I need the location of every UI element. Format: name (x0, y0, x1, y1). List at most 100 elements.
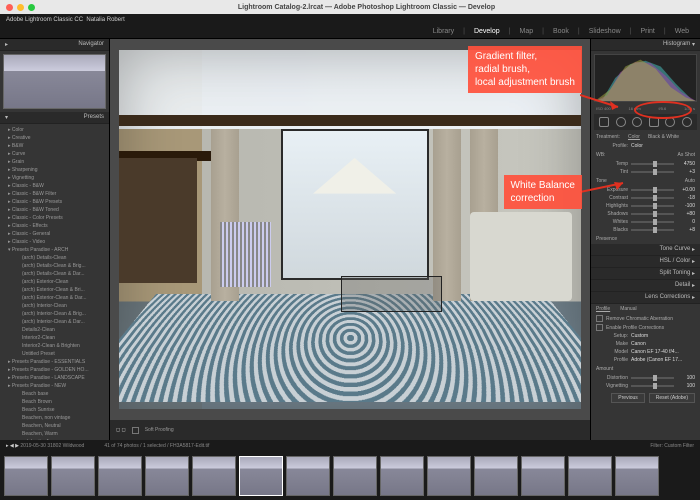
filmstrip-thumb[interactable] (51, 456, 95, 496)
module-map[interactable]: Map (516, 27, 536, 36)
soft-proof-check[interactable] (132, 427, 139, 434)
preset-folder[interactable]: ▸ Classic - General (0, 230, 109, 238)
crop-tool[interactable] (599, 117, 609, 127)
folder-path[interactable]: 2019-05-30 31802 Wildwood (20, 443, 84, 449)
slider-temp[interactable]: Temp4750 (591, 160, 700, 168)
preset-folder[interactable]: ▸ Classic - Video (0, 238, 109, 246)
preset-folder[interactable]: ▸ Sharpening (0, 166, 109, 174)
slider-blacks[interactable]: Blacks+8 (591, 226, 700, 234)
preset-folder[interactable]: ▸ Classic - B&W Toned (0, 206, 109, 214)
preset-item[interactable]: Beachen, Warm (0, 430, 109, 438)
preset-item[interactable]: Beachen, non vintage (0, 414, 109, 422)
close-dot[interactable] (6, 4, 13, 11)
filmstrip[interactable] (0, 452, 700, 500)
preset-folder[interactable]: ▸ Vignetting (0, 174, 109, 182)
filmstrip-thumb[interactable] (380, 456, 424, 496)
panel-tone-curve[interactable]: Tone Curve ▸ (591, 244, 700, 256)
photo-viewport[interactable] (114, 43, 586, 416)
preset-item[interactable]: (arch) Exterior-Clean & Dar... (0, 294, 109, 302)
auto-tone[interactable]: Auto (685, 178, 695, 184)
preset-item[interactable]: Beach Brown (0, 398, 109, 406)
filter-dropdown[interactable]: Custom Filter (664, 443, 694, 449)
lens-tab-profile[interactable]: Profile (596, 306, 610, 312)
panel-detail[interactable]: Detail ▸ (591, 280, 700, 292)
preset-item[interactable]: (arch) Details-Clean (0, 254, 109, 262)
preset-item[interactable]: Interior2-Clean & Brighten (0, 342, 109, 350)
navigator-thumb[interactable] (3, 54, 106, 109)
filmstrip-thumb[interactable] (192, 456, 236, 496)
preset-item[interactable]: (arch) Interior-Clean (0, 302, 109, 310)
preset-item[interactable]: (arch) Interior-Clean & Brig... (0, 310, 109, 318)
preset-item[interactable]: (arch) Interior-Clean & Dar... (0, 318, 109, 326)
preset-folder[interactable]: ▸ Classic - Color Presets (0, 214, 109, 222)
module-slideshow[interactable]: Slideshow (586, 27, 624, 36)
preset-item[interactable]: Beach base (0, 390, 109, 398)
max-dot[interactable] (28, 4, 35, 11)
preset-item[interactable]: (arch) Exterior-Clean & Bri... (0, 286, 109, 294)
presets-header[interactable]: ▾Presets (0, 112, 109, 124)
filmstrip-thumb[interactable] (98, 456, 142, 496)
preset-folder[interactable]: ▸ B&W (0, 142, 109, 150)
filmstrip-thumb[interactable] (427, 456, 471, 496)
preset-folder[interactable]: ▸ Color (0, 126, 109, 134)
slider-distortion[interactable]: Distortion100 (591, 374, 700, 382)
chroma-check[interactable] (596, 315, 603, 322)
module-print[interactable]: Print (637, 27, 657, 36)
module-develop[interactable]: Develop (471, 27, 503, 36)
lens-tab-manual[interactable]: Manual (620, 306, 636, 312)
previous-button[interactable]: Previous (611, 393, 644, 403)
min-dot[interactable] (17, 4, 24, 11)
slider-vignetting[interactable]: Vignetting100 (591, 382, 700, 390)
preset-folder[interactable]: ▸ Presets Paradise - NEW (0, 382, 109, 390)
panel-hsl-color[interactable]: HSL / Color ▸ (591, 256, 700, 268)
preset-item[interactable]: (arch) Details-Clean & Brig... (0, 262, 109, 270)
filmstrip-thumb[interactable] (145, 456, 189, 496)
preset-item[interactable]: (arch) Details-Clean & Dar... (0, 270, 109, 278)
preset-folder[interactable]: ▸ Grain (0, 158, 109, 166)
treat-bw[interactable]: Black & White (648, 134, 679, 140)
preset-folder[interactable]: ▸ Classic - B&W Filter (0, 190, 109, 198)
slider-shadows[interactable]: Shadows+80 (591, 210, 700, 218)
preset-item[interactable]: Details2-Clean (0, 326, 109, 334)
preset-folder[interactable]: ▸ Presets Paradise - GOLDEN HO... (0, 366, 109, 374)
preset-folder[interactable]: ▸ Classic - B&W Presets (0, 198, 109, 206)
preset-folder[interactable]: ▸ Classic - Effects (0, 222, 109, 230)
treat-color[interactable]: Color (628, 134, 640, 140)
preset-folder[interactable]: ▸ Creative (0, 134, 109, 142)
module-book[interactable]: Book (550, 27, 572, 36)
panel-lens-corrections[interactable]: Lens Corrections ▸ (591, 292, 700, 304)
profile-check[interactable] (596, 324, 603, 331)
module-library[interactable]: Library (430, 27, 457, 36)
preset-folder[interactable]: ▸ Presets Paradise - ESSENTIALS (0, 358, 109, 366)
reset-button[interactable]: Reset (Adobe) (649, 393, 695, 403)
lens-profile[interactable]: ProfileAdobe (Canon EF 17... (591, 356, 700, 364)
slider-whites[interactable]: Whites0 (591, 218, 700, 226)
preset-item[interactable]: (arch) Exterior-Clean (0, 278, 109, 286)
redeye-tool[interactable] (632, 117, 642, 127)
filmstrip-thumb[interactable] (333, 456, 377, 496)
navigator-header[interactable]: ▸Navigator (0, 39, 109, 51)
slider-tint[interactable]: Tint+3 (591, 168, 700, 176)
filmstrip-thumb[interactable] (521, 456, 565, 496)
filmstrip-thumb[interactable] (239, 456, 283, 496)
slider-contrast[interactable]: Contrast-18 (591, 194, 700, 202)
wb-dropdown[interactable]: As Shot (677, 152, 695, 158)
preset-item[interactable]: Beach Sunrise (0, 406, 109, 414)
spot-tool[interactable] (616, 117, 626, 127)
lens-model[interactable]: ModelCanon EF 17-40 f/4... (591, 348, 700, 356)
filmstrip-thumb[interactable] (474, 456, 518, 496)
preset-folder[interactable]: ▸ Curve (0, 150, 109, 158)
filmstrip-thumb[interactable] (568, 456, 612, 496)
lens-make[interactable]: MakeCanon (591, 340, 700, 348)
histogram-header[interactable]: Histogram ▾ (591, 39, 700, 51)
preset-item[interactable]: Interior2-Clean (0, 334, 109, 342)
preset-item[interactable]: Untitled Preset (0, 350, 109, 358)
filmstrip-thumb[interactable] (615, 456, 659, 496)
preset-folder[interactable]: ▾ Presets Paradise - ARCH (0, 246, 109, 254)
panel-split-toning[interactable]: Split Toning ▸ (591, 268, 700, 280)
brush-tool[interactable] (682, 117, 692, 127)
preset-folder[interactable]: ▸ Presets Paradise - LANDSCAPE (0, 374, 109, 382)
filmstrip-thumb[interactable] (4, 456, 48, 496)
preset-item[interactable]: Beachen, Neutral (0, 422, 109, 430)
preset-item[interactable]: celebration1 (0, 438, 109, 440)
